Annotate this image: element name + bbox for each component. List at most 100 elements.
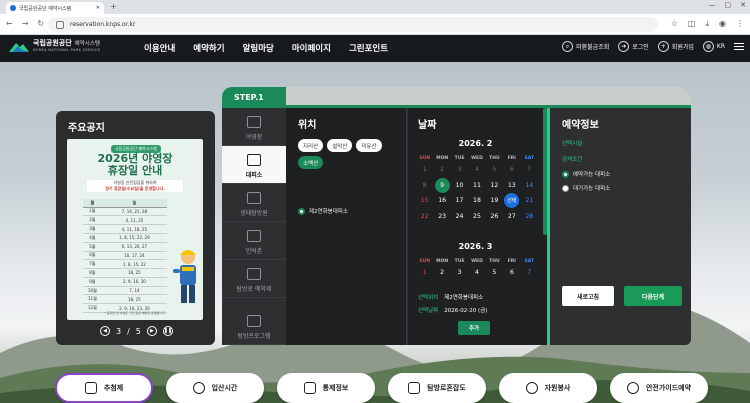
quick-lottery[interactable]: 추첨제 — [55, 373, 153, 403]
maximize-icon[interactable]: ▢ — [725, 1, 732, 9]
calendar-day[interactable]: 8 — [416, 178, 433, 194]
category-program[interactable]: 탐방프로그램 — [222, 298, 286, 345]
nav-item-mypage[interactable]: 마이페이지 — [292, 42, 331, 54]
calendar-day[interactable]: 4 — [468, 162, 485, 178]
calendar-day[interactable]: 10 — [451, 178, 468, 194]
profile-icon[interactable]: ◉ — [719, 19, 726, 29]
site-logo[interactable]: 국립공원공단 예약시스템 KOREA NATIONAL PARK SERVICE — [9, 39, 100, 53]
calendar-day[interactable]: 6 — [503, 265, 520, 281]
calendar-day[interactable]: 13 — [503, 178, 520, 194]
quick-safety-guide[interactable]: 안전가이드예약 — [610, 373, 708, 403]
utility-menu: ⌕ 미환불금조회 ➜ 로그인 + 회원가입 ◍ KR — [562, 41, 744, 52]
nav-item-guide[interactable]: 이용안내 — [144, 42, 175, 54]
category-trail-reservation[interactable]: 탐방로 예약제 — [222, 260, 286, 298]
back-icon[interactable]: ← — [6, 19, 13, 28]
quick-control-info[interactable]: 통제정보 — [277, 373, 375, 403]
calendar-day[interactable]: 11 — [468, 178, 485, 194]
chip-jirisan[interactable]: 지리산 — [298, 139, 324, 152]
category-label: 탐방프로그램 — [237, 333, 271, 340]
hamburger-menu-icon[interactable] — [734, 42, 744, 51]
closure-days: 6, 13, 20, 27 — [101, 242, 167, 252]
closure-days: 4, 11, 25 — [101, 215, 167, 226]
login-link[interactable]: ➜ 로그인 — [618, 41, 649, 52]
calendar-day[interactable]: 5 — [486, 162, 503, 178]
option-label: 대기가능 대피소 — [573, 186, 611, 192]
calendar-day[interactable]: 12 — [486, 178, 503, 194]
option-available[interactable]: 예약가능 대피소 — [562, 170, 610, 178]
calendar-day[interactable]: 2 — [433, 162, 450, 178]
minimize-icon[interactable]: — — [709, 1, 716, 9]
refund-lookup-link[interactable]: ⌕ 미환불금조회 — [562, 41, 609, 52]
join-link[interactable]: + 회원가입 — [657, 41, 694, 52]
today-marker: 9 — [434, 177, 450, 193]
calendar-day[interactable]: 6 — [503, 162, 520, 178]
calendar-day[interactable]: 16 — [433, 193, 450, 209]
forward-icon[interactable]: → — [22, 19, 29, 28]
reset-button[interactable]: 새로고침 — [562, 286, 614, 306]
pause-icon[interactable]: ❚❚ — [162, 326, 173, 336]
calendar-day[interactable]: 17 — [451, 193, 468, 209]
chip-seoraksan[interactable]: 설악산 — [327, 139, 353, 152]
calendar-day[interactable]: 23 — [433, 209, 450, 225]
calendar-day[interactable]: 21 — [521, 193, 538, 209]
site-info-icon[interactable] — [56, 20, 64, 29]
user-add-icon: + — [657, 41, 669, 52]
summary-loc-value: 제2연화봉대피소 — [444, 295, 484, 301]
closure-row: 3월 4, 11, 18, 25 — [83, 224, 167, 234]
window-close-icon[interactable]: ✕ — [740, 1, 746, 9]
calendar-day[interactable]: 15 — [416, 193, 433, 209]
reload-icon[interactable]: ↻ — [37, 19, 44, 28]
calendar-day[interactable]: 27 — [503, 209, 520, 225]
quick-entry-time[interactable]: 입산시간 — [166, 373, 264, 403]
calendar-day[interactable]: 24 — [451, 209, 468, 225]
calendar-day[interactable]: 18 — [468, 193, 485, 209]
calendar-day[interactable]: 19 — [486, 193, 503, 209]
calendar-day[interactable]: 26 — [486, 209, 503, 225]
bookmark-star-icon[interactable]: ☆ — [671, 19, 678, 29]
nav-item-notice[interactable]: 알림마당 — [243, 42, 274, 54]
quick-volunteer[interactable]: 자원봉사 — [499, 373, 597, 403]
extensions-icon[interactable]: ◫ — [688, 19, 696, 29]
download-icon[interactable]: ⤓ — [705, 19, 709, 29]
next-notice-icon[interactable]: ▶ — [146, 326, 157, 336]
calendar-day[interactable]: 3 — [451, 265, 468, 281]
facility-radio[interactable]: 제2연화봉대피소 — [298, 207, 348, 215]
notice-poster[interactable]: 국립공원공단 예약시스템 2026년 야영장 휴장일 안내 야영장 안전점검을 위… — [67, 139, 203, 320]
quick-congestion[interactable]: 탐방로혼잡도 — [388, 373, 486, 403]
window-controls: — ▢ ✕ — [709, 1, 747, 9]
calendar-day[interactable]: 5 — [486, 265, 503, 281]
chip-deogyusan[interactable]: 덕유산 — [356, 139, 382, 152]
next-step-button[interactable]: 다음단계 — [624, 286, 682, 306]
prev-notice-icon[interactable]: ◀ — [100, 326, 110, 336]
nav-item-greenpoint[interactable]: 그린포인트 — [349, 42, 388, 54]
add-button[interactable]: 추가 — [458, 321, 490, 335]
new-tab-icon[interactable]: + — [110, 2, 117, 11]
day-number: 23 — [438, 213, 447, 221]
tab-close-icon[interactable]: ✕ — [96, 5, 100, 11]
calendar-day[interactable]: 1 — [416, 265, 433, 281]
calendar-day[interactable]: 14 — [521, 178, 538, 194]
chip-sobaeksan[interactable]: 소백산 — [298, 156, 324, 169]
calendar-day[interactable]: 22 — [416, 209, 433, 225]
url-field[interactable]: reservation.knps.or.kr — [48, 17, 658, 32]
calendar-day[interactable]: 25 — [468, 209, 485, 225]
calendar-day[interactable]: 28 — [521, 209, 538, 225]
calendar-day[interactable]: 4 — [468, 265, 485, 281]
menu-dots-icon[interactable]: ⋮ — [736, 19, 744, 29]
calendar-day[interactable]: 9 — [433, 177, 450, 194]
category-eco-center[interactable]: 생태탐방원 — [222, 184, 286, 222]
calendar-day[interactable]: 7 — [521, 162, 538, 178]
calendar-day[interactable]: 7 — [521, 265, 538, 281]
language-select[interactable]: ◍ KR — [702, 41, 725, 52]
calendar-day[interactable]: 선택 — [503, 193, 520, 209]
browser-tab[interactable]: 국립공원공단 예약시스템 ✕ — [6, 2, 104, 14]
category-minbak[interactable]: 민박촌 — [222, 222, 286, 260]
category-campsite[interactable]: 야영장 — [222, 108, 286, 146]
option-waitlist[interactable]: 대기가능 대피소 — [562, 184, 610, 192]
category-shelter[interactable]: 대피소 — [222, 146, 286, 184]
notice-title: 주요공지 — [68, 123, 105, 134]
calendar-day[interactable]: 3 — [451, 162, 468, 178]
calendar-day[interactable]: 2 — [433, 265, 450, 281]
calendar-day[interactable]: 1 — [416, 162, 433, 178]
nav-item-reserve[interactable]: 예약하기 — [193, 42, 224, 54]
